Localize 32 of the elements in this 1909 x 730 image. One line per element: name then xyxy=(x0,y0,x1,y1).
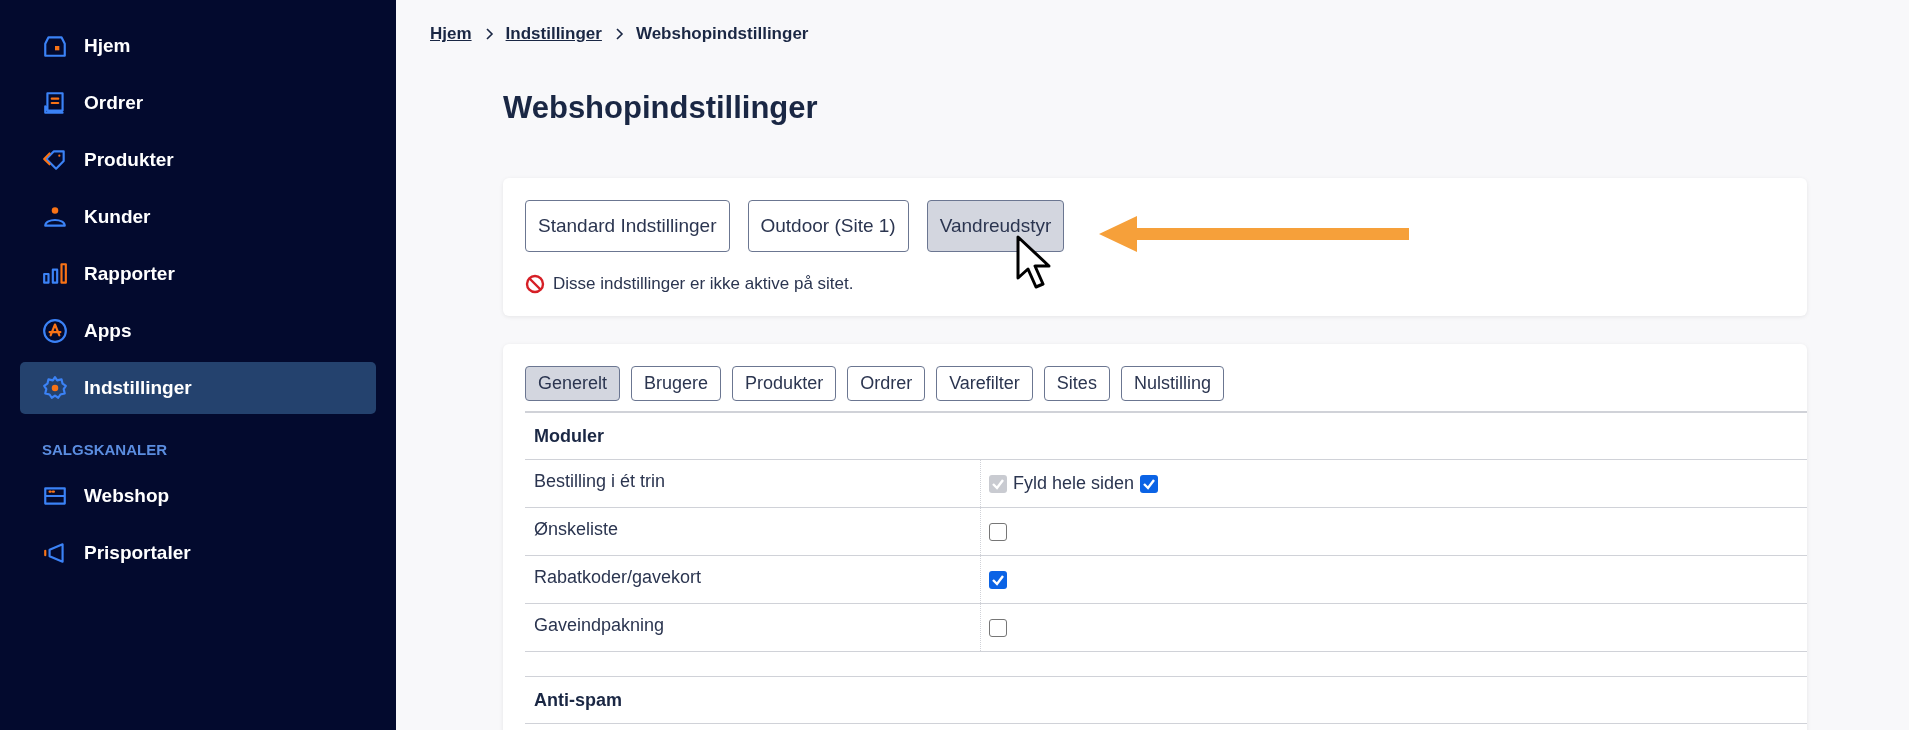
sidebar-item[interactable]: Webshop xyxy=(20,470,376,522)
sidebar-item[interactable]: Kunder xyxy=(20,191,376,243)
breadcrumb-link[interactable]: Hjem xyxy=(430,24,472,44)
section-heading: Moduler xyxy=(525,413,1807,460)
site-button[interactable]: Outdoor (Site 1) xyxy=(747,200,909,252)
site-button[interactable]: Standard Indstillinger xyxy=(525,200,730,252)
tab[interactable]: Varefilter xyxy=(936,366,1033,401)
site-button[interactable]: Vandreudstyr xyxy=(926,200,1065,252)
tab[interactable]: Sites xyxy=(1043,366,1110,401)
sidebar-item[interactable]: Rapporter xyxy=(20,248,376,300)
tab[interactable]: Generelt xyxy=(525,366,621,401)
sidebar-item[interactable]: Prisportaler xyxy=(20,527,376,579)
tab[interactable]: Brugere xyxy=(631,366,722,401)
option-label: Fyld hele siden xyxy=(1013,473,1135,494)
notice-text: Disse indstillinger er ikke aktive på sitet. xyxy=(553,274,854,294)
section-heading: Anti-spam xyxy=(525,677,1807,724)
sidebar-item[interactable]: Apps xyxy=(20,305,376,357)
tab[interactable]: Produkter xyxy=(732,366,837,401)
section-heading: SALGSKANALER xyxy=(41,440,168,460)
sidebar-item[interactable]: Hjem xyxy=(20,20,376,72)
setting-label: Gaveindpakning xyxy=(533,614,666,637)
tab[interactable]: Ordrer xyxy=(847,366,926,401)
breadcrumb-link[interactable]: Indstillinger xyxy=(505,24,602,44)
sidebar-item[interactable]: Produkter xyxy=(20,134,376,186)
sidebar-item[interactable]: Indstillinger xyxy=(20,362,376,414)
setting-label: Bestilling i ét trin xyxy=(533,470,667,493)
setting-label: Ønskeliste xyxy=(533,518,620,541)
setting-label: Rabatkoder/gavekort xyxy=(533,566,703,589)
breadcrumb-current: Webshopindstillinger xyxy=(635,24,809,44)
sidebar-item[interactable]: Ordrer xyxy=(20,77,376,129)
page-title: Webshopindstillinger xyxy=(503,90,819,126)
tab[interactable]: Nulstilling xyxy=(1120,366,1224,401)
